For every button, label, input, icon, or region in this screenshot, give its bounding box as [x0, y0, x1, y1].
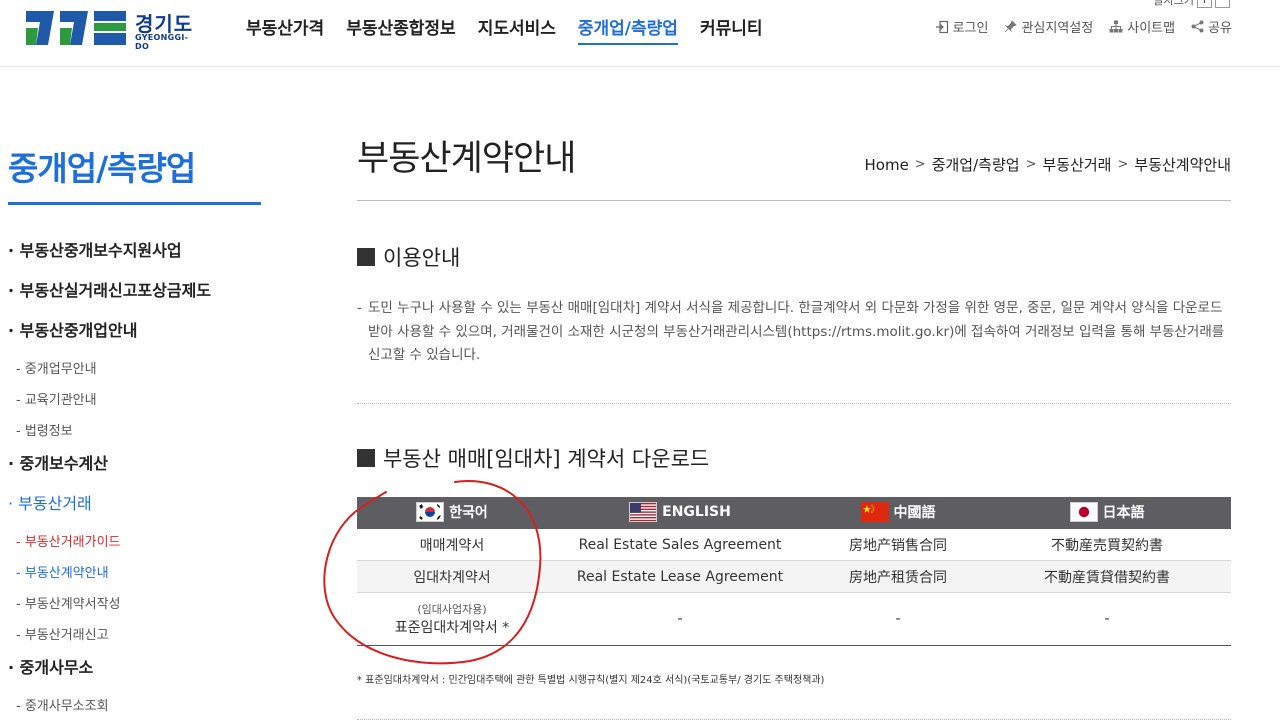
- usa-flag-icon: [629, 501, 658, 522]
- download-link-zh-lease[interactable]: 房地产租赁合同: [813, 560, 983, 593]
- sitemap-icon: [1109, 20, 1123, 33]
- standard-lease-label: 표준임대차계약서 *: [394, 619, 510, 636]
- square-bullet-icon: [357, 449, 375, 467]
- korea-flag-icon: [416, 501, 445, 522]
- font-size-control: 글자크기 + −: [1154, 0, 1230, 8]
- font-size-minus-button[interactable]: −: [1215, 0, 1230, 8]
- chevron-right-icon: >: [1025, 157, 1037, 172]
- download-link-ja-lease[interactable]: 不動産賃貸借契約書: [983, 560, 1231, 593]
- share-link[interactable]: 공유: [1191, 17, 1232, 36]
- section-download-title: 부동산 매매[임대차] 계약서 다운로드: [357, 443, 709, 473]
- sidebar-subitem-law-info[interactable]: - 법령정보: [8, 420, 268, 451]
- sidebar-title: 중개업/측량업: [8, 149, 196, 188]
- breadcrumb-item[interactable]: 중개업/측량업: [932, 154, 1020, 175]
- section-usage-title: 이용안내: [357, 242, 460, 272]
- font-size-label: 글자크기: [1153, 0, 1194, 7]
- sitemap-label: 사이트맵: [1127, 21, 1176, 36]
- header-english: ENGLISH: [547, 497, 813, 529]
- main-nav: 부동산가격 부동산종합정보 지도서비스 중개업/측량업 커뮤니티: [246, 14, 785, 45]
- download-link-zh-sale[interactable]: 房地产销售合同: [813, 529, 983, 561]
- pin-icon: [1005, 20, 1018, 33]
- header-japanese: 日本語: [983, 497, 1231, 529]
- nav-item-brokerage[interactable]: 중개업/측량업: [577, 14, 678, 45]
- table-row: 임대차계약서 Real Estate Lease Agreement 房地产租赁…: [357, 560, 1231, 593]
- breadcrumb-item[interactable]: 부동산거래: [1042, 154, 1111, 175]
- breadcrumb-home[interactable]: Home: [865, 156, 909, 174]
- usage-description: - 도민 누구나 사용할 수 있는 부동산 매매[임대차] 계약서 서식을 제공…: [357, 297, 1232, 368]
- sidebar-subitem-transaction-guide[interactable]: - 부동산거래가이드: [8, 531, 268, 562]
- sidebar-item-office[interactable]: · 중개사무소: [8, 655, 268, 695]
- header-chinese: 中國語: [813, 497, 983, 529]
- sidebar-subitem-contract-info[interactable]: - 부동산계약안내: [8, 562, 268, 593]
- square-bullet-icon: [357, 248, 375, 266]
- download-link-ko-standard-lease[interactable]: (임대사업자용) 표준임대차계약서 *: [357, 592, 547, 646]
- sidebar-subitem-office-search[interactable]: - 중개사무소조회: [8, 695, 268, 726]
- gyeonggi-logo-mark-icon: [26, 11, 126, 45]
- table-row: 매매계약서 Real Estate Sales Agreement 房地产销售合…: [357, 529, 1231, 561]
- download-link-en-sale[interactable]: Real Estate Sales Agreement: [547, 529, 813, 561]
- login-label: 로그인: [952, 21, 989, 36]
- dash-bullet: -: [357, 300, 362, 316]
- interest-area-label: 관심지역설정: [1021, 21, 1094, 36]
- nav-item-price[interactable]: 부동산가격: [246, 14, 324, 45]
- chevron-right-icon: >: [914, 157, 926, 172]
- font-size-plus-button[interactable]: +: [1197, 0, 1212, 8]
- download-link-ko-lease[interactable]: 임대차계약서: [357, 560, 547, 593]
- login-icon: [935, 20, 948, 33]
- sitemap-link[interactable]: 사이트맵: [1109, 17, 1175, 36]
- download-link-en-lease[interactable]: Real Estate Lease Agreement: [547, 560, 813, 593]
- sidebar-item-report-reward[interactable]: · 부동산실거래신고포상금제도: [8, 278, 268, 318]
- sidebar-menu: · 부동산중개보수지원사업 · 부동산실거래신고포상금제도 · 부동산중개업안내…: [8, 238, 268, 726]
- share-label: 공유: [1208, 21, 1232, 36]
- share-icon: [1191, 20, 1204, 33]
- table-header-row: 한국어 ENGLISH 中國語 日本語: [357, 497, 1231, 529]
- sidebar-item-transaction[interactable]: · 부동산거래: [8, 491, 268, 531]
- empty-cell: -: [983, 592, 1231, 646]
- japan-flag-icon: [1069, 501, 1098, 522]
- utility-menu: 로그인 관심지역설정 사이트맵 공유: [935, 17, 1232, 36]
- page-title: 부동산계약안내: [357, 139, 576, 179]
- download-link-ja-sale[interactable]: 不動産売買契約書: [983, 529, 1231, 561]
- sidebar-subitem-contract-write[interactable]: - 부동산계약서작성: [8, 593, 268, 624]
- chevron-right-icon: >: [1117, 157, 1129, 172]
- sidebar-item-fee-calc[interactable]: · 중개보수계산: [8, 451, 268, 491]
- empty-cell: -: [813, 592, 983, 646]
- sidebar-subitem-education[interactable]: - 교육기관안내: [8, 389, 268, 420]
- contract-download-table: 한국어 ENGLISH 中國語 日本語 매매계약서 Real Estate Sa…: [357, 497, 1231, 646]
- empty-cell: -: [547, 592, 813, 646]
- logo-subtext: GYEONGGI-DO: [135, 33, 189, 51]
- sidebar-subitem-transaction-report[interactable]: - 부동산거래신고: [8, 624, 268, 655]
- site-header: 경기도 GYEONGGI-DO 부동산가격 부동산종합정보 지도서비스 중개업/…: [0, 0, 1280, 67]
- download-link-ko-sale[interactable]: 매매계약서: [357, 529, 547, 561]
- sidebar-title-underline: [8, 202, 261, 205]
- login-link[interactable]: 로그인: [935, 17, 989, 36]
- nav-item-info[interactable]: 부동산종합정보: [346, 14, 455, 45]
- nav-item-community[interactable]: 커뮤니티: [700, 14, 763, 45]
- nav-item-map[interactable]: 지도서비스: [478, 14, 556, 45]
- breadcrumb-current[interactable]: 부동산계약안내: [1134, 154, 1231, 175]
- standard-lease-note: (임대사업자용): [417, 602, 487, 616]
- table-row: (임대사업자용) 표준임대차계약서 * - - -: [357, 592, 1231, 646]
- sidebar-item-brokerage-guide[interactable]: · 부동산중개업안내: [8, 318, 268, 358]
- dotted-divider: [357, 719, 1231, 720]
- breadcrumb: Home > 중개업/측량업 > 부동산거래 > 부동산계약안내: [865, 154, 1232, 175]
- dotted-divider: [357, 403, 1231, 404]
- title-divider: [357, 200, 1231, 201]
- interest-area-link[interactable]: 관심지역설정: [1004, 17, 1093, 36]
- gyeonggi-logo[interactable]: 경기도 GYEONGGI-DO: [24, 8, 199, 51]
- sidebar-subitem-brokerage-work[interactable]: - 중개업무안내: [8, 358, 268, 389]
- sidebar-item-fee-support[interactable]: · 부동산중개보수지원사업: [8, 238, 268, 278]
- china-flag-icon: [860, 501, 889, 522]
- table-footnote: * 표준임대차계약서 : 민간임대주택에 관한 특별법 시행규칙(별지 제24호…: [357, 675, 825, 686]
- header-korean: 한국어: [357, 497, 547, 529]
